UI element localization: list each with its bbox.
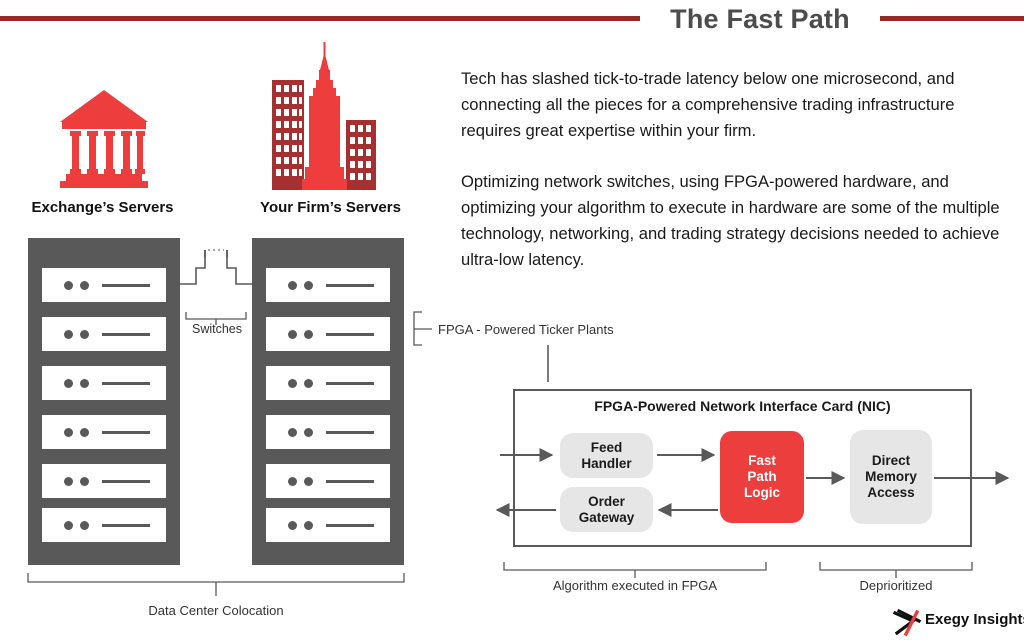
server-blade xyxy=(42,268,166,302)
status-dot xyxy=(80,330,89,339)
data-center-colocation-label: Data Center Colocation xyxy=(148,603,284,618)
blade-bar xyxy=(326,524,374,527)
exchange-servers-label: Exchange’s Servers xyxy=(31,199,174,216)
node-feed-handler-line2: Handler xyxy=(581,455,632,471)
server-blade xyxy=(42,317,166,351)
server-blade xyxy=(266,268,390,302)
server-blade xyxy=(266,508,390,542)
status-dot xyxy=(288,281,297,290)
status-dot xyxy=(288,477,297,486)
algorithm-brace-label: Algorithm executed in FPGA xyxy=(552,578,718,593)
header-rule-right xyxy=(880,16,1024,21)
status-dot xyxy=(64,281,73,290)
node-order-gateway-line1: Order xyxy=(588,493,625,509)
status-dot xyxy=(304,428,313,437)
status-dot xyxy=(304,330,313,339)
header-rule-left xyxy=(0,16,640,21)
status-dot xyxy=(80,379,89,388)
blade-bar xyxy=(102,524,150,527)
city-skyline-icon xyxy=(268,42,388,190)
blade-bar xyxy=(102,431,150,434)
node-dma-line1: Direct xyxy=(871,453,911,468)
ticker-plants-label: FPGA - Powered Ticker Plants xyxy=(438,322,614,337)
page-title: The Fast Path xyxy=(670,4,850,34)
header: The Fast Path xyxy=(0,0,1024,40)
nic-title: FPGA-Powered Network Interface Card (NIC… xyxy=(594,398,891,414)
node-order-gateway[interactable]: Order Gateway xyxy=(560,487,653,532)
status-dot xyxy=(64,477,73,486)
infographic-page: The Fast Path Tech has slashed tick-to-t… xyxy=(0,0,1024,641)
status-dot xyxy=(64,379,73,388)
switches-label: Switches xyxy=(191,322,243,336)
node-order-gateway-line2: Gateway xyxy=(578,509,635,525)
firm-servers-label: Your Firm’s Servers xyxy=(260,199,401,216)
status-dot xyxy=(288,379,297,388)
server-blade xyxy=(42,415,166,449)
status-dot xyxy=(288,428,297,437)
status-dot xyxy=(288,521,297,530)
node-dma-line2: Memory xyxy=(865,469,917,484)
node-direct-memory-access[interactable]: Direct Memory Access xyxy=(850,430,932,524)
server-blade xyxy=(42,464,166,498)
body-copy: Tech has slashed tick-to-trade latency b… xyxy=(461,66,1001,273)
copy-paragraph-2: Optimizing network switches, using FPGA-… xyxy=(461,172,1000,269)
status-dot xyxy=(64,330,73,339)
blade-bar xyxy=(326,480,374,483)
node-fast-path-logic-line1: Fast xyxy=(748,453,776,468)
blade-bar xyxy=(326,382,374,385)
status-dot xyxy=(64,428,73,437)
status-dot xyxy=(304,477,313,486)
deprioritized-brace-label: Deprioritized xyxy=(859,578,933,593)
node-fast-path-logic-line3: Logic xyxy=(744,485,780,500)
blade-bar xyxy=(102,480,150,483)
exegy-insights-wordmark: Exegy Insights xyxy=(925,611,1024,628)
blade-bar xyxy=(326,333,374,336)
server-rack-firm xyxy=(252,238,404,565)
status-dot xyxy=(304,521,313,530)
status-dot xyxy=(304,379,313,388)
blade-bar xyxy=(102,284,150,287)
status-dot xyxy=(80,428,89,437)
blade-bar xyxy=(326,284,374,287)
status-dot xyxy=(288,330,297,339)
status-dot xyxy=(80,281,89,290)
status-dot xyxy=(80,477,89,486)
node-fast-path-logic-line2: Path xyxy=(747,469,777,484)
server-blade xyxy=(266,366,390,400)
server-rack-exchange xyxy=(28,238,180,565)
blade-bar xyxy=(102,333,150,336)
server-blade xyxy=(266,415,390,449)
node-feed-handler[interactable]: Feed Handler xyxy=(560,433,653,478)
server-blade xyxy=(266,317,390,351)
node-dma-line3: Access xyxy=(867,485,915,500)
blade-bar xyxy=(326,431,374,434)
bank-icon xyxy=(58,88,150,188)
status-dot xyxy=(304,281,313,290)
server-blade xyxy=(42,508,166,542)
status-dot xyxy=(80,521,89,530)
node-feed-handler-line1: Feed xyxy=(590,439,623,455)
server-blade xyxy=(266,464,390,498)
status-dot xyxy=(64,521,73,530)
blade-bar xyxy=(102,382,150,385)
copy-paragraph-1: Tech has slashed tick-to-trade latency b… xyxy=(461,69,955,140)
node-fast-path-logic[interactable]: Fast Path Logic xyxy=(720,431,804,523)
server-blade xyxy=(42,366,166,400)
